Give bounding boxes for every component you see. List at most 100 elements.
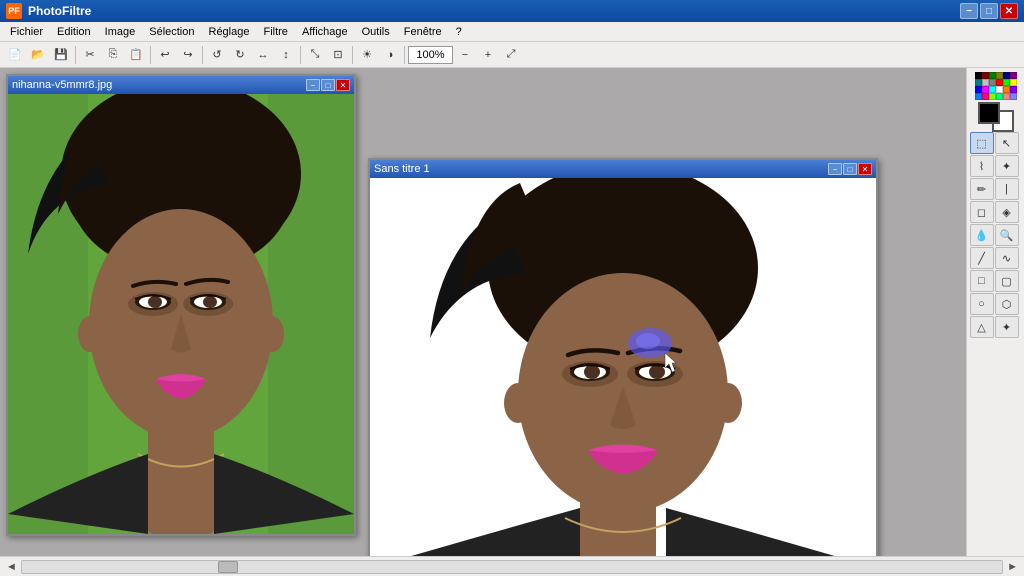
doc-title-bar-right[interactable]: Sans titre 1 − □ ✕ xyxy=(370,160,876,178)
toolbar-zoom-fit[interactable]: ⤢ xyxy=(500,44,522,66)
color-cell[interactable] xyxy=(1003,79,1010,86)
color-cell[interactable] xyxy=(1003,93,1010,100)
tool-brush[interactable]: | xyxy=(995,178,1019,200)
menu-item-filtre[interactable]: Filtre xyxy=(257,24,293,40)
tool-select-rect[interactable]: ⬚ xyxy=(970,132,994,154)
toolbar-undo[interactable]: ↩ xyxy=(154,44,176,66)
close-button[interactable]: ✕ xyxy=(1000,3,1018,19)
toolbar-rotate-right[interactable]: ↻ xyxy=(229,44,251,66)
toolbar-copy[interactable]: ⎘ xyxy=(102,44,124,66)
tool-star[interactable]: ✦ xyxy=(995,316,1019,338)
scroll-arrow-right[interactable]: ► xyxy=(1007,561,1018,573)
doc-title-bar-left[interactable]: nihanna-v5mmr8.jpg − □ ✕ xyxy=(8,76,354,94)
right-panel: ⬚ ↖ ⌇ ✦ ✏ | ◻ ◈ 💧 🔍 ╱ ∿ □ ▢ ○ ⬡ xyxy=(966,68,1024,556)
menu-item-outils[interactable]: Outils xyxy=(356,24,396,40)
zoom-input[interactable] xyxy=(408,46,453,64)
tool-eyedropper[interactable]: 💧 xyxy=(970,224,994,246)
toolbar-save[interactable]: 💾 xyxy=(50,44,72,66)
color-cell[interactable] xyxy=(982,72,989,79)
horizontal-scrollbar[interactable] xyxy=(21,560,1003,574)
color-palette[interactable] xyxy=(975,72,1017,100)
color-cell[interactable] xyxy=(996,72,1003,79)
color-cell[interactable] xyxy=(996,86,1003,93)
color-cell[interactable] xyxy=(975,93,982,100)
doc-controls-left[interactable]: − □ ✕ xyxy=(306,79,350,91)
tool-pointer[interactable]: ↖ xyxy=(995,132,1019,154)
toolbar-sep1 xyxy=(75,46,76,64)
color-cell[interactable] xyxy=(989,72,996,79)
doc-minimize-left[interactable]: − xyxy=(306,79,320,91)
menu-item-image[interactable]: Image xyxy=(99,24,142,40)
menu-item-fenêtre[interactable]: Fenêtre xyxy=(398,24,448,40)
color-cell[interactable] xyxy=(1010,72,1017,79)
minimize-button[interactable]: − xyxy=(960,3,978,19)
doc-close-left[interactable]: ✕ xyxy=(336,79,350,91)
title-bar-controls[interactable]: − □ ✕ xyxy=(960,3,1018,19)
tool-lasso[interactable]: ⌇ xyxy=(970,155,994,177)
toolbar-brightness[interactable]: ☀ xyxy=(356,44,378,66)
toolbar-rotate-left[interactable]: ↺ xyxy=(206,44,228,66)
doc-maximize-left[interactable]: □ xyxy=(321,79,335,91)
toolbar: 📄 📂 💾 ✂ ⎘ 📋 ↩ ↪ ↺ ↻ ↔ ↕ ⤡ ⊡ ☀ ◑ − + ⤢ xyxy=(0,42,1024,68)
color-cell[interactable] xyxy=(982,93,989,100)
tool-eraser[interactable]: ◻ xyxy=(970,201,994,223)
tool-row-6: ╱ ∿ xyxy=(970,247,1022,269)
tool-magic[interactable]: ✦ xyxy=(995,155,1019,177)
toolbar-redo[interactable]: ↪ xyxy=(177,44,199,66)
tool-fill[interactable]: ◈ xyxy=(995,201,1019,223)
menu-item-affichage[interactable]: Affichage xyxy=(296,24,354,40)
color-cell[interactable] xyxy=(975,72,982,79)
color-cell[interactable] xyxy=(1010,79,1017,86)
toolbar-zoom-in[interactable]: + xyxy=(477,44,499,66)
scroll-arrow-left[interactable]: ◄ xyxy=(6,561,17,573)
menu-item-réglage[interactable]: Réglage xyxy=(203,24,256,40)
toolbar-contrast[interactable]: ◑ xyxy=(379,44,401,66)
maximize-button[interactable]: □ xyxy=(980,3,998,19)
color-cell[interactable] xyxy=(982,86,989,93)
tool-curve[interactable]: ∿ xyxy=(995,247,1019,269)
tool-line[interactable]: ╱ xyxy=(970,247,994,269)
color-cell[interactable] xyxy=(989,79,996,86)
tool-circle[interactable]: ○ xyxy=(970,293,994,315)
foreground-color[interactable] xyxy=(978,102,1000,124)
tool-row-8: ○ ⬡ xyxy=(970,293,1022,315)
menu-item-sélection[interactable]: Sélection xyxy=(143,24,200,40)
toolbar-open[interactable]: 📂 xyxy=(27,44,49,66)
color-cell[interactable] xyxy=(975,86,982,93)
tool-pencil[interactable]: ✏ xyxy=(970,178,994,200)
tool-rect-shape[interactable]: □ xyxy=(970,270,994,292)
toolbar-flip-v[interactable]: ↕ xyxy=(275,44,297,66)
scrollbar-thumb[interactable] xyxy=(218,561,238,573)
doc-close-right[interactable]: ✕ xyxy=(858,163,872,175)
menu-item-edition[interactable]: Edition xyxy=(51,24,97,40)
tool-triangle[interactable]: △ xyxy=(970,316,994,338)
toolbar-zoom-out[interactable]: − xyxy=(454,44,476,66)
color-cell[interactable] xyxy=(1010,86,1017,93)
color-cell[interactable] xyxy=(996,79,1003,86)
fg-bg-colors[interactable] xyxy=(978,102,1014,132)
toolbar-flip-h[interactable]: ↔ xyxy=(252,44,274,66)
color-cell[interactable] xyxy=(975,79,982,86)
tool-roundrect[interactable]: ▢ xyxy=(995,270,1019,292)
color-cell[interactable] xyxy=(989,86,996,93)
tool-row-9: △ ✦ xyxy=(970,316,1022,338)
doc-controls-right[interactable]: − □ ✕ xyxy=(828,163,872,175)
doc-minimize-right[interactable]: − xyxy=(828,163,842,175)
color-cell[interactable] xyxy=(1010,93,1017,100)
menu-item-?[interactable]: ? xyxy=(450,24,468,40)
color-cell[interactable] xyxy=(1003,86,1010,93)
tool-zoom[interactable]: 🔍 xyxy=(995,224,1019,246)
toolbar-resize[interactable]: ⤡ xyxy=(304,44,326,66)
doc-maximize-right[interactable]: □ xyxy=(843,163,857,175)
color-cell[interactable] xyxy=(982,79,989,86)
color-cell[interactable] xyxy=(989,93,996,100)
toolbar-cut[interactable]: ✂ xyxy=(79,44,101,66)
tool-polygon[interactable]: ⬡ xyxy=(995,293,1019,315)
color-cell[interactable] xyxy=(996,93,1003,100)
toolbar-paste[interactable]: 📋 xyxy=(125,44,147,66)
color-cell[interactable] xyxy=(1003,72,1010,79)
toolbar-crop[interactable]: ⊡ xyxy=(327,44,349,66)
document-window-right: Sans titre 1 − □ ✕ xyxy=(368,158,878,556)
menu-item-fichier[interactable]: Fichier xyxy=(4,24,49,40)
toolbar-new[interactable]: 📄 xyxy=(4,44,26,66)
